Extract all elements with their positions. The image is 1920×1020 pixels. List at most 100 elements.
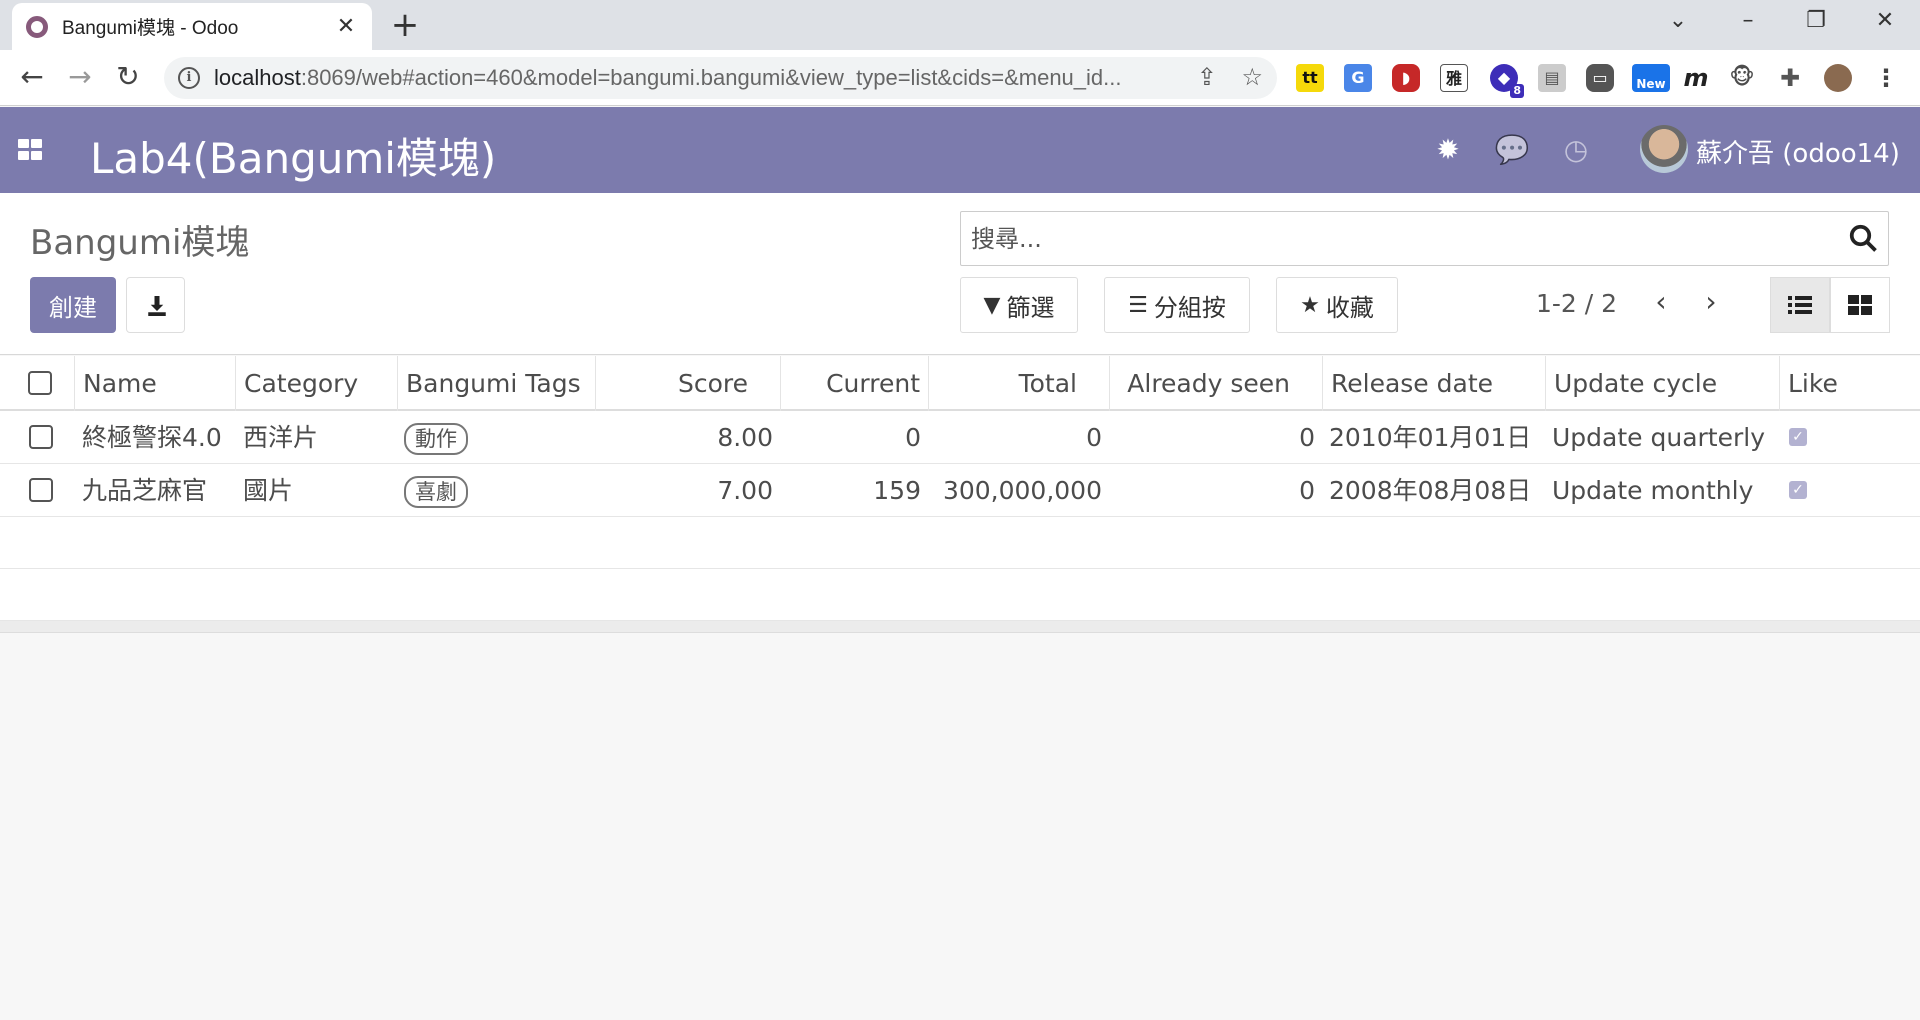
extension-tt-icon[interactable]: tt xyxy=(1296,64,1324,92)
search-icon[interactable] xyxy=(1848,223,1878,253)
extension-badge-icon[interactable]: ◆ 8 xyxy=(1490,64,1524,98)
back-button[interactable]: ← xyxy=(14,60,50,94)
cell-category: 國片 xyxy=(243,476,294,505)
messages-icon[interactable]: 💬 xyxy=(1494,133,1530,166)
pager-next-icon[interactable]: › xyxy=(1696,285,1726,318)
breadcrumb: Bangumi模塊 xyxy=(30,223,250,263)
debug-bug-icon[interactable]: ✹ xyxy=(1430,133,1466,166)
cell-tags: 動作 xyxy=(396,411,476,464)
list-header: Name Category Bangumi Tags Score Current… xyxy=(0,356,1920,411)
select-all-cell xyxy=(0,356,75,411)
tab-title: Bangumi模塊 - Odoo xyxy=(62,18,239,39)
cell-category: 西洋片 xyxy=(243,423,319,452)
minimize-button[interactable]: – xyxy=(1733,8,1763,33)
address-bar[interactable]: i localhost:8069/web#action=460&model=ba… xyxy=(164,57,1277,99)
column-header-total[interactable]: Total xyxy=(929,356,1110,411)
cell-already-seen: 0 xyxy=(1299,476,1315,505)
column-header-category[interactable]: Category xyxy=(236,356,398,411)
list-view-icon xyxy=(1788,296,1812,314)
filter-icon: ▼ xyxy=(983,292,1001,318)
column-header-already-seen[interactable]: Already seen xyxy=(1110,356,1323,411)
column-header-tags[interactable]: Bangumi Tags xyxy=(398,356,596,411)
column-header-like[interactable]: Like xyxy=(1780,356,1920,411)
export-button[interactable] xyxy=(126,277,185,333)
bookmark-star-icon[interactable]: ☆ xyxy=(1241,63,1263,91)
table-row[interactable]: 終極警探4.0 西洋片 動作 8.00 0 0 0 2010年01月01日 Up… xyxy=(0,411,1920,464)
pager-previous-icon[interactable]: ‹ xyxy=(1646,285,1676,318)
cell-name: 終極警探4.0 xyxy=(82,423,222,452)
cell-release-date: 2010年01月01日 xyxy=(1329,423,1532,452)
share-icon[interactable]: ⇪ xyxy=(1197,63,1217,91)
create-button[interactable]: 創建 xyxy=(30,277,116,333)
column-header-release-date[interactable]: Release date xyxy=(1323,356,1546,411)
extension-line-icon[interactable]: ▭ xyxy=(1586,64,1614,92)
browser-tab[interactable]: Bangumi模塊 - Odoo ✕ xyxy=(12,3,372,50)
empty-row xyxy=(0,569,1920,621)
tag-badge: 動作 xyxy=(404,423,468,455)
cell-name: 九品芝麻官 xyxy=(82,476,208,505)
row-checkbox[interactable] xyxy=(29,478,53,502)
extension-red-icon[interactable]: ◗ xyxy=(1392,64,1420,92)
search-bar xyxy=(960,211,1889,266)
extension-ya-icon[interactable]: 雅 xyxy=(1440,64,1468,92)
like-checkbox[interactable]: ✓ xyxy=(1789,481,1807,499)
select-all-checkbox[interactable] xyxy=(28,371,52,395)
pager-value[interactable]: 1-2 / 2 xyxy=(1536,289,1617,318)
cell-tags: 喜劇 xyxy=(396,464,476,517)
cell-score: 7.00 xyxy=(717,476,773,505)
browser-menu-icon[interactable]: ⋮ xyxy=(1872,64,1900,92)
restore-button[interactable]: ❐ xyxy=(1801,8,1831,33)
groupby-button[interactable]: ☰ 分組按 xyxy=(1104,277,1250,333)
odoo-navbar: Lab4(Bangumi模塊) ✹ 💬 ◷ 蘇介吾 (odoo14) xyxy=(0,107,1920,193)
extension-new-icon[interactable]: New xyxy=(1632,64,1670,92)
extension-monkey-icon[interactable]: 🐵 xyxy=(1728,64,1756,92)
tab-search-icon[interactable]: ⌄ xyxy=(1663,8,1693,33)
extension-m-icon[interactable]: m xyxy=(1682,64,1710,92)
apps-menu-icon[interactable] xyxy=(18,139,44,161)
activities-clock-icon[interactable]: ◷ xyxy=(1558,133,1594,166)
like-checkbox[interactable]: ✓ xyxy=(1789,428,1807,446)
column-header-update-cycle[interactable]: Update cycle xyxy=(1546,356,1780,411)
cell-update-cycle: Update monthly xyxy=(1552,476,1754,505)
cell-score: 8.00 xyxy=(717,423,773,452)
filter-button[interactable]: ▼ 篩選 xyxy=(960,277,1078,333)
browser-tabstrip: Bangumi模塊 - Odoo ✕ + ⌄ – ❐ ✕ xyxy=(0,0,1920,50)
url-text[interactable]: localhost:8069/web#action=460&model=bang… xyxy=(214,65,1204,91)
table-row[interactable]: 九品芝麻官 國片 喜劇 7.00 159 300,000,000 0 2008年… xyxy=(0,464,1920,517)
cell-current: 0 xyxy=(905,423,921,452)
kanban-view-button[interactable] xyxy=(1830,277,1890,333)
star-icon: ★ xyxy=(1300,292,1320,318)
column-header-name[interactable]: Name xyxy=(75,356,236,411)
column-header-score[interactable]: Score xyxy=(596,356,781,411)
column-header-current[interactable]: Current xyxy=(781,356,929,411)
cell-update-cycle: Update quarterly xyxy=(1552,423,1766,452)
extension-translate-icon[interactable]: G xyxy=(1344,64,1372,92)
user-name[interactable]: 蘇介吾 (odoo14) xyxy=(1696,133,1900,170)
cell-total: 300,000,000 xyxy=(942,476,1102,505)
list-footer xyxy=(0,621,1920,633)
download-icon xyxy=(148,296,166,316)
kanban-view-icon xyxy=(1848,295,1872,315)
list-view-button[interactable] xyxy=(1770,277,1830,333)
close-window-button[interactable]: ✕ xyxy=(1870,8,1900,33)
bars-icon: ☰ xyxy=(1128,292,1148,318)
empty-row xyxy=(0,517,1920,569)
site-info-icon[interactable]: i xyxy=(178,67,200,89)
list-view: Name Category Bangumi Tags Score Current… xyxy=(0,356,1920,633)
extension-grey-icon[interactable]: ▤ xyxy=(1538,64,1566,92)
app-title[interactable]: Lab4(Bangumi模塊) xyxy=(90,125,496,186)
odoo-favicon-icon xyxy=(26,15,48,38)
extensions-puzzle-icon[interactable]: ✚ xyxy=(1776,64,1804,92)
close-tab-icon[interactable]: ✕ xyxy=(334,14,358,39)
search-input[interactable] xyxy=(971,222,1821,256)
forward-button[interactable]: → xyxy=(62,60,98,94)
user-avatar[interactable] xyxy=(1640,125,1688,173)
cell-release-date: 2008年08月08日 xyxy=(1329,476,1532,505)
profile-avatar-icon[interactable] xyxy=(1824,64,1852,92)
cell-current: 159 xyxy=(873,476,921,505)
tag-badge: 喜劇 xyxy=(404,476,468,508)
new-tab-button[interactable]: + xyxy=(390,7,420,43)
reload-button[interactable]: ↻ xyxy=(110,60,146,94)
favorites-button[interactable]: ★ 收藏 xyxy=(1276,277,1398,333)
row-checkbox[interactable] xyxy=(29,425,53,449)
